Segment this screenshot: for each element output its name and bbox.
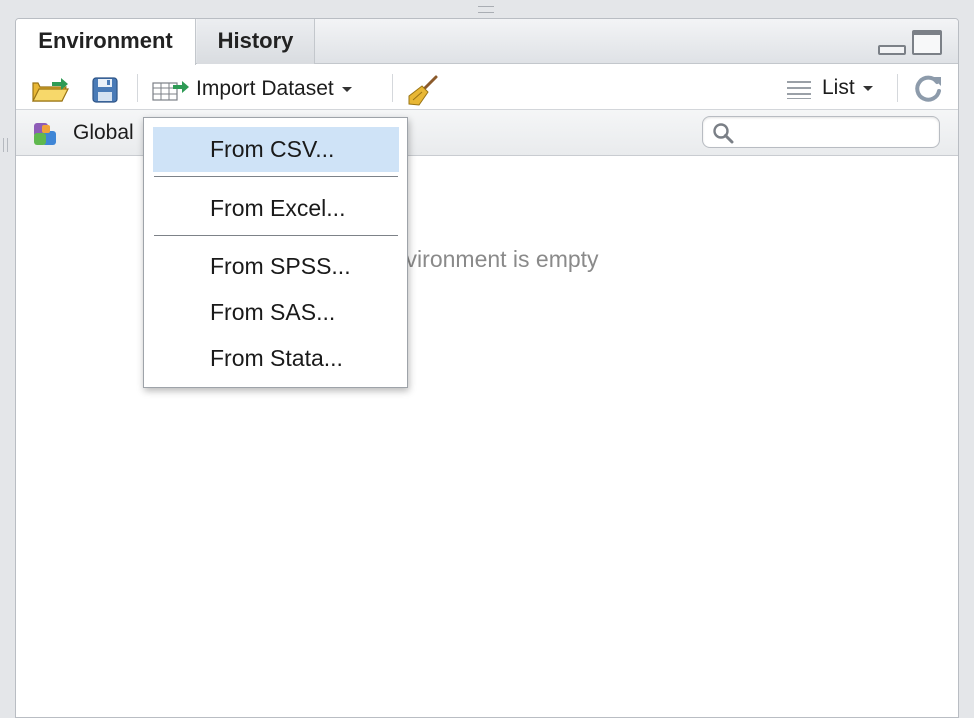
import-dataset-label: Import Dataset: [196, 77, 334, 100]
import-dataset-icon[interactable]: [151, 78, 191, 102]
menu-separator: [154, 176, 398, 177]
refresh-icon[interactable]: [912, 73, 944, 105]
import-dataset-button[interactable]: Import Dataset: [196, 77, 352, 101]
list-lines-icon: [787, 81, 811, 99]
left-splitter-grip[interactable]: [3, 138, 8, 152]
search-box[interactable]: [702, 116, 940, 148]
menu-item-from-sas[interactable]: From SAS...: [153, 290, 399, 335]
search-input[interactable]: [739, 121, 933, 145]
chevron-down-icon: [862, 85, 873, 91]
toolbar-separator: [137, 74, 138, 102]
view-mode-dropdown[interactable]: List: [822, 76, 873, 100]
toolbar-separator: [392, 74, 393, 102]
minimize-pane-icon[interactable]: [878, 45, 906, 55]
toolbar-separator: [897, 74, 898, 102]
environment-icon: [34, 123, 56, 145]
environment-dropdown[interactable]: Global: [73, 121, 134, 145]
toolbar: Import Dataset List: [16, 64, 958, 110]
tab-bar: Environment History: [16, 19, 958, 65]
broom-icon[interactable]: [406, 74, 440, 108]
menu-item-from-stata[interactable]: From Stata...: [153, 336, 399, 381]
pane-splitter-grip[interactable]: [478, 6, 494, 13]
search-icon: [713, 123, 734, 144]
menu-item-from-spss[interactable]: From SPSS...: [153, 244, 399, 289]
save-icon[interactable]: [91, 76, 119, 104]
maximize-pane-icon[interactable]: [912, 30, 942, 55]
menu-item-from-csv[interactable]: From CSV...: [153, 127, 399, 172]
import-dataset-menu: From CSV... From Excel... From SPSS... F…: [143, 117, 408, 388]
tab-history[interactable]: History: [197, 19, 315, 64]
open-folder-icon[interactable]: [30, 74, 70, 104]
tab-environment[interactable]: Environment: [16, 19, 196, 65]
menu-item-from-excel[interactable]: From Excel...: [153, 186, 399, 231]
chevron-down-icon: [341, 86, 352, 92]
menu-separator: [154, 235, 398, 236]
view-mode-label: List: [822, 76, 855, 99]
